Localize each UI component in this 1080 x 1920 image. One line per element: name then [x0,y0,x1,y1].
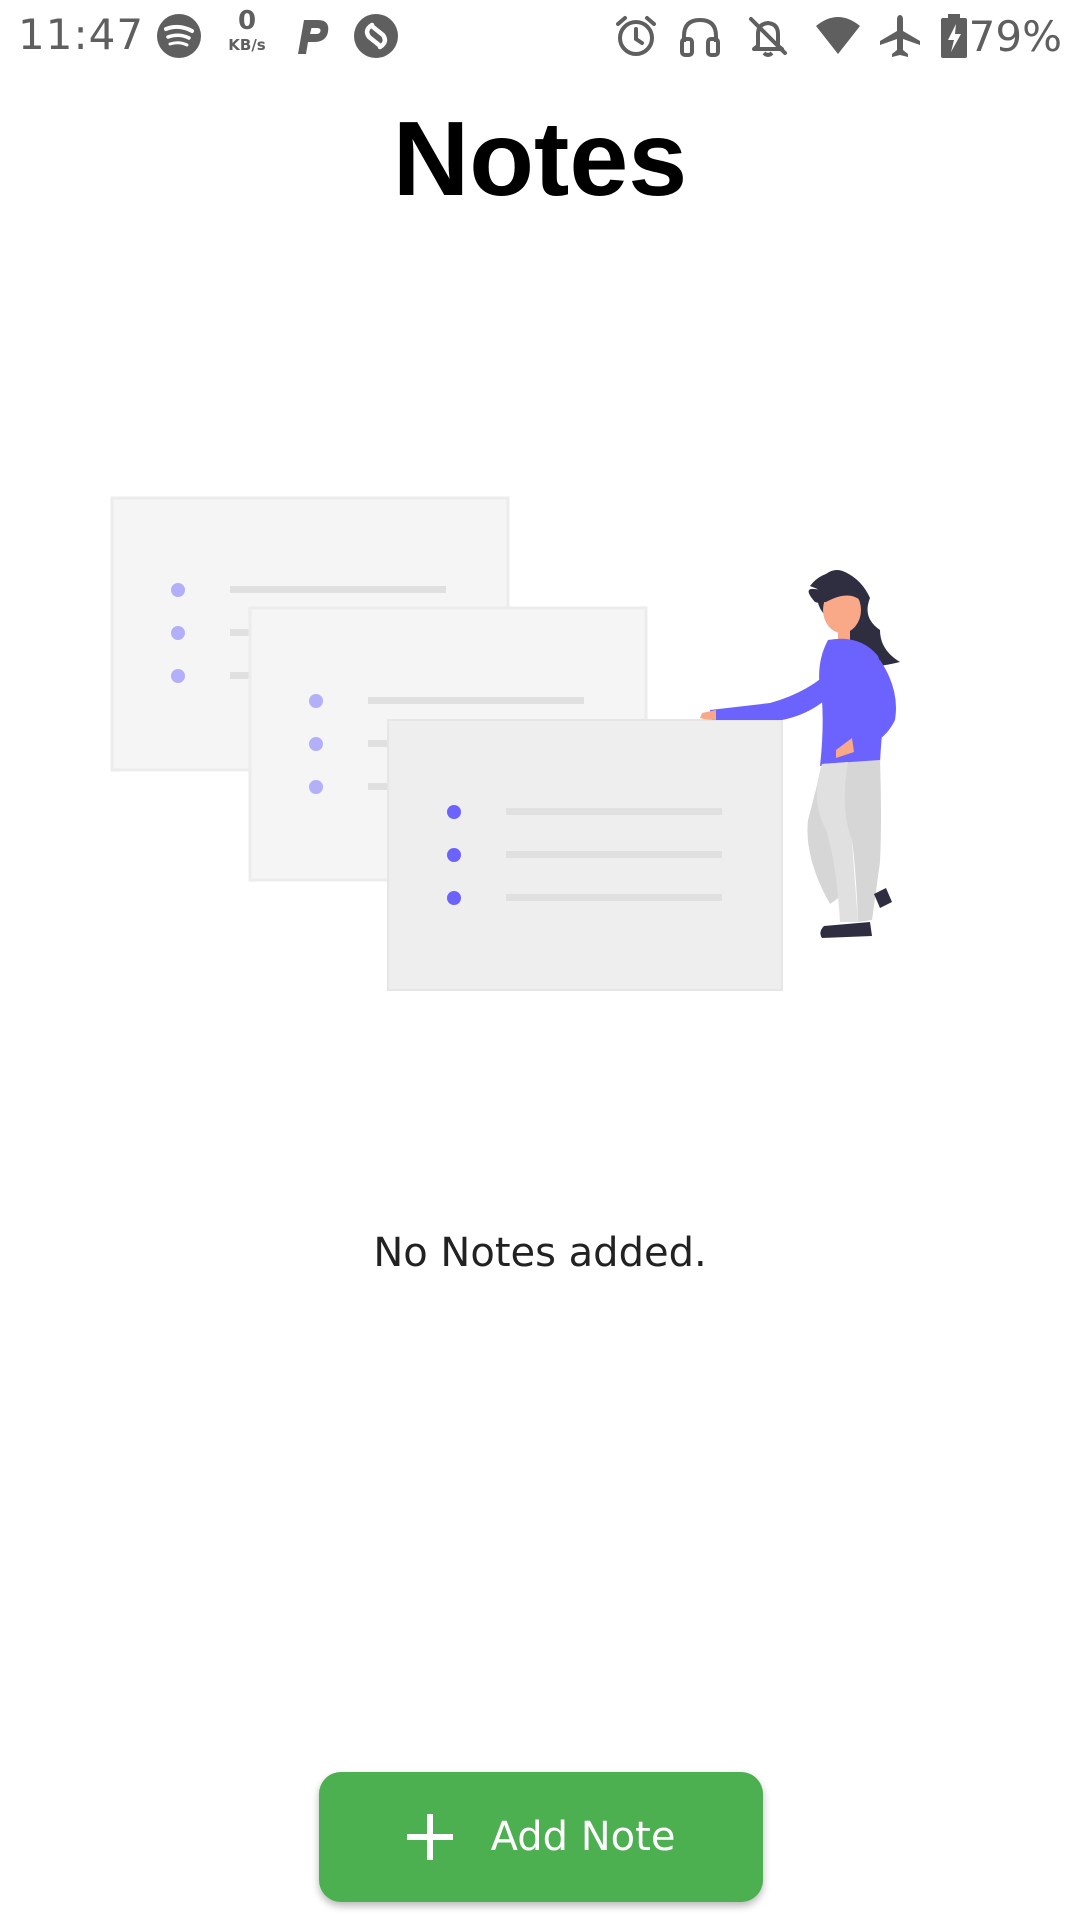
notifications-off-icon [749,17,787,57]
battery-percent: 79% [968,12,1062,61]
empty-state-message: No Notes added. [373,1230,707,1276]
plus-icon [406,1814,453,1860]
empty-notes-illustration [110,496,900,991]
status-time: 11:47 [18,10,145,59]
battery-charging-icon [941,14,967,58]
spotify-icon [157,14,201,58]
net-speed-indicator: 0 KB/s [222,8,272,53]
net-speed-value: 0 [237,6,257,36]
alarm-icon [616,16,656,56]
page-title: Notes [392,100,688,218]
add-note-label: Add Note [490,1814,676,1860]
wifi-icon [816,17,860,54]
airplane-mode-icon [880,15,920,57]
headphones-icon [680,17,720,57]
net-speed-unit: KB/s [228,36,266,54]
parking-app-icon [298,20,329,54]
status-bar: 11:47 0 KB/s 79% [0,0,1080,74]
add-note-button[interactable]: Add Note [319,1772,763,1902]
shazam-icon [354,14,398,58]
note-card-front [387,719,783,991]
